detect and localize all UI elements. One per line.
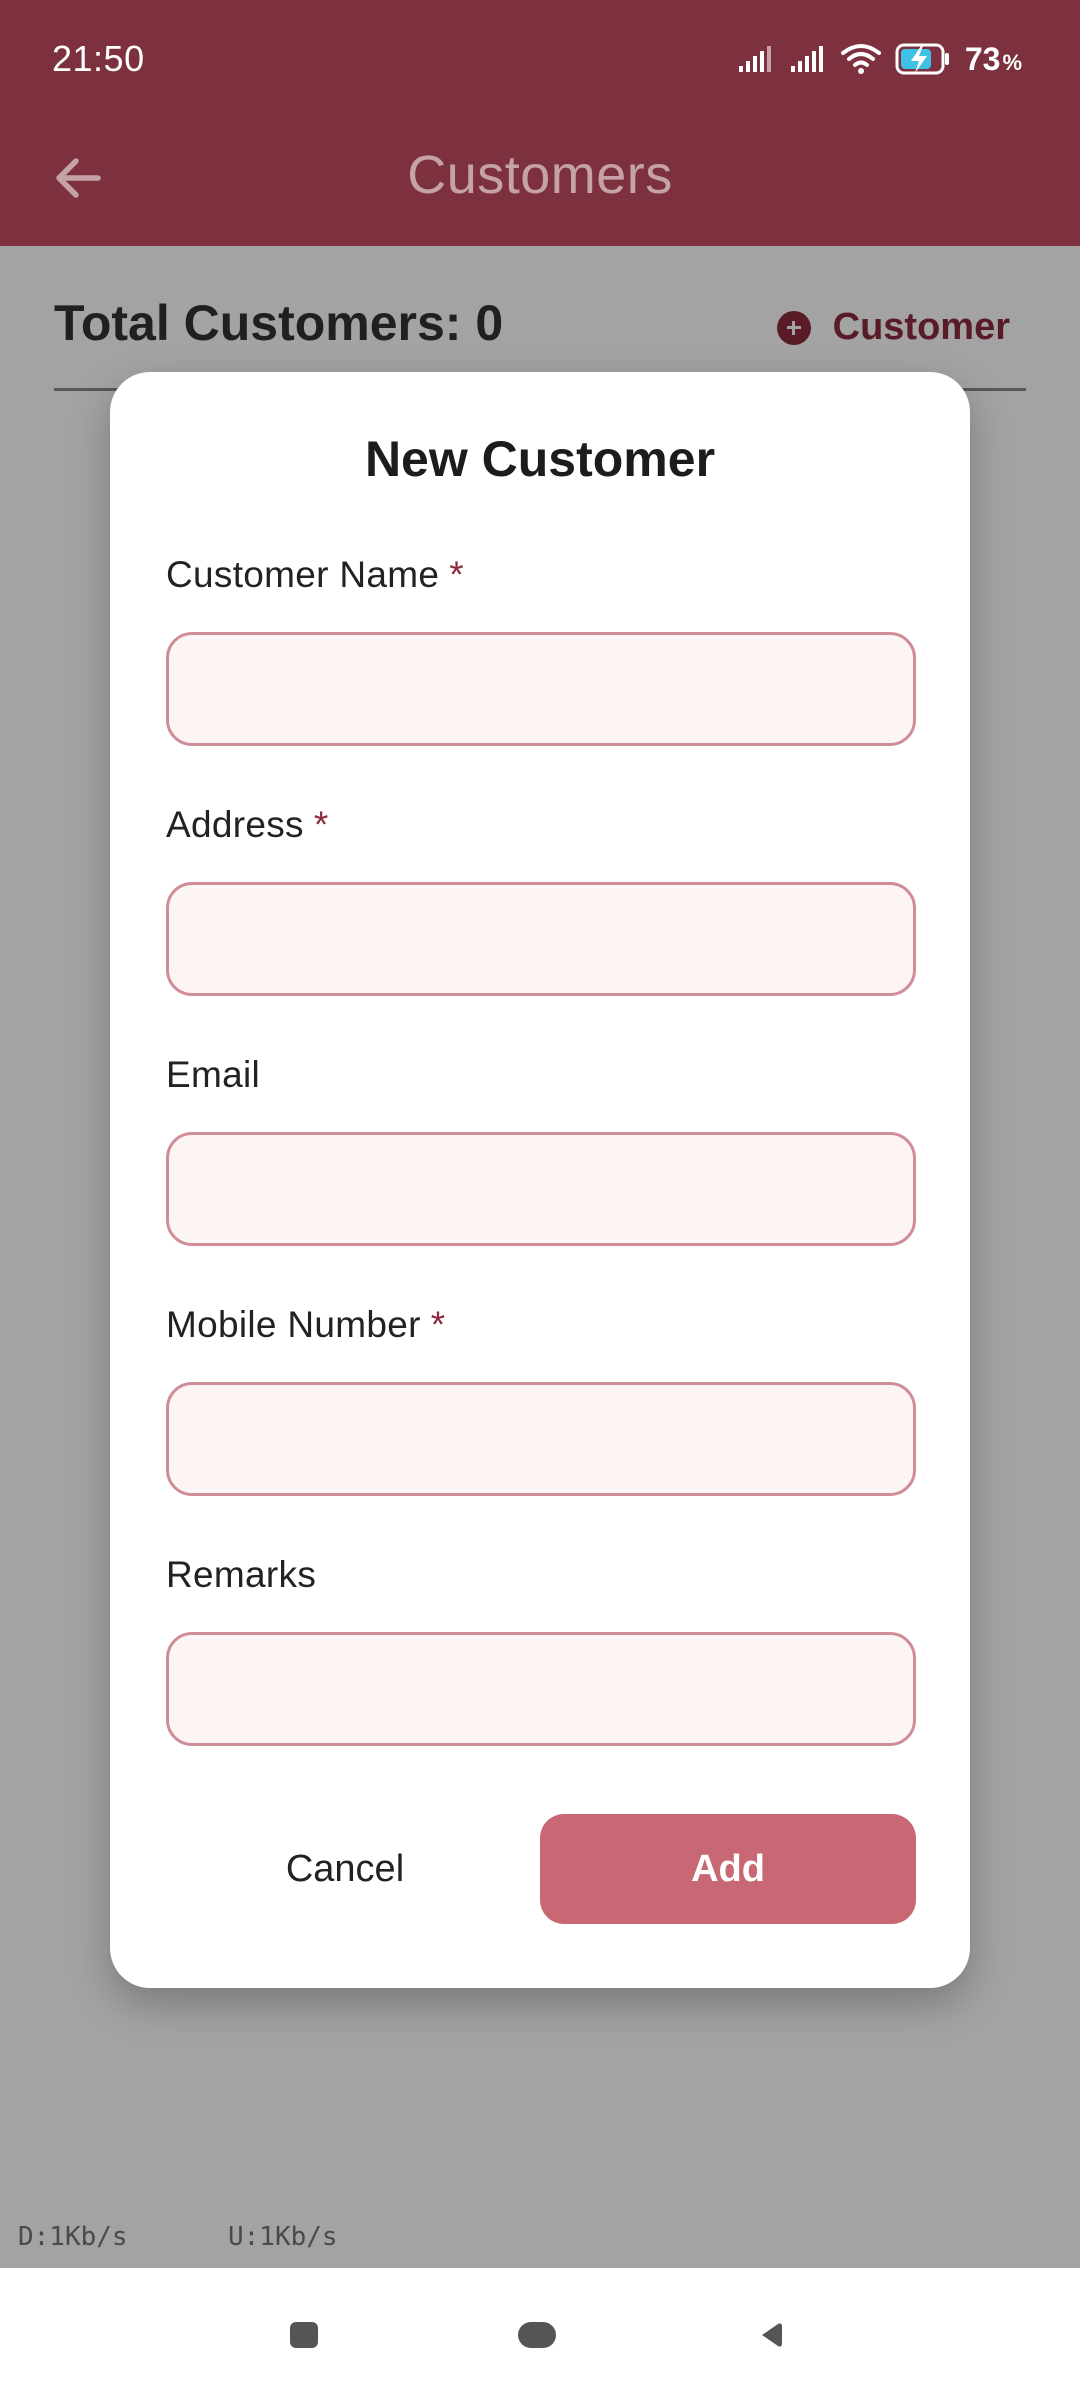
system-navigation-bar bbox=[0, 2268, 1080, 2400]
cellular-signal-2-icon bbox=[790, 46, 823, 72]
mobile-number-label-text: Mobile Number bbox=[166, 1304, 421, 1345]
required-asterisk: * bbox=[430, 1304, 446, 1345]
battery-value: 73 bbox=[964, 40, 1001, 77]
back-triangle-icon[interactable] bbox=[756, 2320, 786, 2350]
app-bar: 21:50 73 % Customers bbox=[0, 0, 1080, 246]
cellular-signal-icon bbox=[738, 46, 771, 72]
download-speed: D:1Kb/s bbox=[18, 2222, 128, 2252]
customer-name-label-text: Customer Name bbox=[166, 554, 440, 595]
cancel-button[interactable]: Cancel bbox=[230, 1814, 460, 1924]
customer-name-label: Customer Name * bbox=[166, 554, 464, 596]
email-label-text: Email bbox=[166, 1054, 261, 1095]
battery-charging-icon bbox=[895, 43, 949, 75]
mobile-number-label: Mobile Number * bbox=[166, 1304, 445, 1346]
email-input[interactable] bbox=[166, 1132, 916, 1246]
remarks-label-text: Remarks bbox=[166, 1554, 317, 1595]
home-button[interactable] bbox=[518, 2322, 556, 2348]
status-bar: 21:50 73 % bbox=[0, 0, 1080, 122]
dialog-title: New Customer bbox=[364, 431, 716, 487]
upload-speed: U:1Kb/s bbox=[228, 2222, 338, 2252]
required-asterisk: * bbox=[449, 554, 464, 595]
status-icons: 73% bbox=[737, 36, 1022, 82]
battery-percentage: 73% bbox=[965, 41, 1022, 78]
toolbar: Customers bbox=[0, 122, 1080, 246]
customer-name-input[interactable] bbox=[166, 632, 916, 746]
add-button[interactable]: Add bbox=[540, 1814, 916, 1924]
page-title: Customers bbox=[407, 145, 673, 205]
address-label: Address * bbox=[166, 804, 329, 846]
remarks-label: Remarks bbox=[166, 1554, 316, 1596]
remarks-input[interactable] bbox=[166, 1632, 916, 1746]
recents-button[interactable] bbox=[290, 2322, 318, 2348]
address-input[interactable] bbox=[166, 882, 916, 996]
address-label-text: Address bbox=[166, 804, 304, 845]
battery-unit: % bbox=[1002, 49, 1022, 75]
email-label: Email bbox=[166, 1054, 260, 1096]
wifi-icon bbox=[840, 44, 881, 74]
mobile-number-input[interactable] bbox=[166, 1382, 916, 1496]
required-asterisk: * bbox=[313, 804, 329, 845]
new-customer-dialog: New Customer Customer Name * Address * Ema… bbox=[110, 372, 970, 1988]
status-time: 21:50 bbox=[52, 38, 145, 79]
